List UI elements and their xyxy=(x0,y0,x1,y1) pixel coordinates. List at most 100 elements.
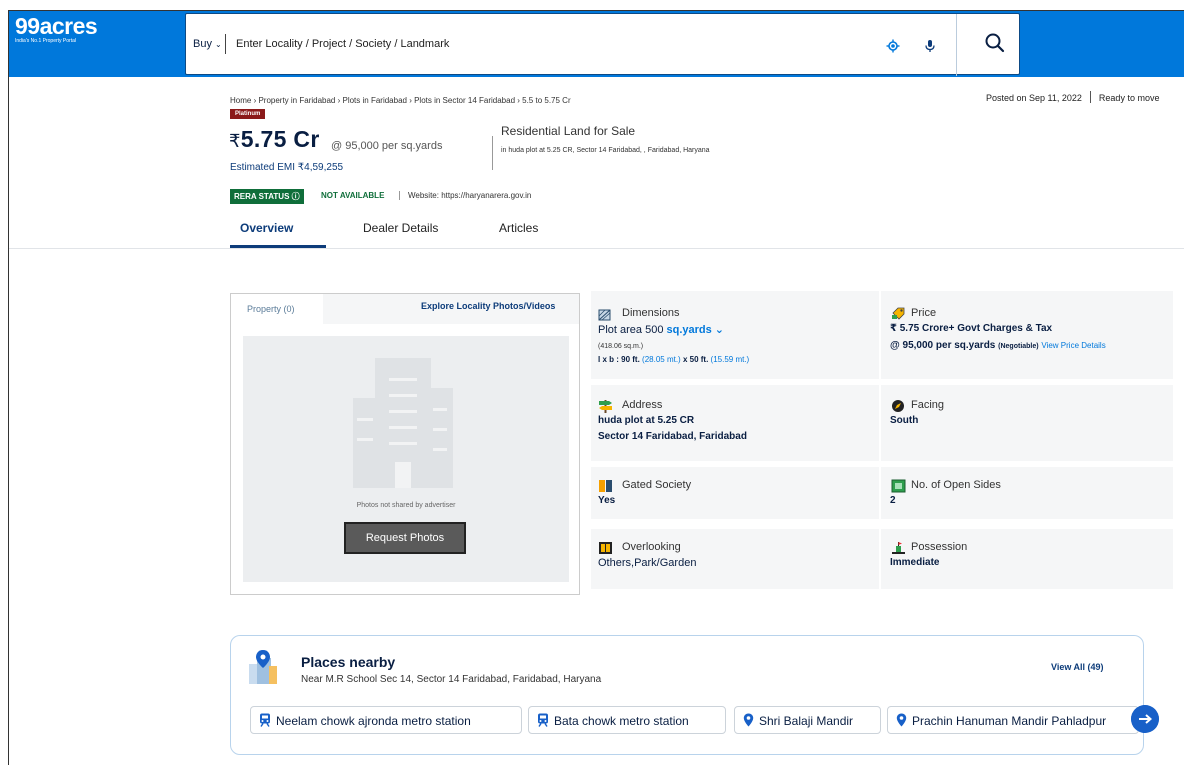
address-cell: Address huda plot at 5.25 CR Sector 14 F… xyxy=(591,385,879,461)
place-chip[interactable]: Shri Balaji Mandir xyxy=(734,706,881,734)
places-nearby-icon xyxy=(249,650,277,684)
negotiable-tag: (Negotiable) xyxy=(998,343,1039,350)
divider xyxy=(492,136,493,170)
property-type: Residential Land for Sale xyxy=(501,124,636,138)
posted-date: Posted on Sep 11, 2022 xyxy=(986,93,1082,103)
price-cell: Price ₹ 5.75 Crore+ Govt Charges & Tax @… xyxy=(881,291,1173,379)
facing-cell: Facing South xyxy=(881,385,1173,461)
photo-placeholder: Photos not shared by advertiser Request … xyxy=(243,336,569,582)
posted-info: Posted on Sep 11, 2022 Ready to move xyxy=(986,91,1159,103)
place-chip[interactable]: Prachin Hanuman Mandir Pahladpur xyxy=(887,706,1139,734)
price-per-unit: @ 95,000 per sq.yards xyxy=(890,340,996,351)
gated-society-label: Gated Society xyxy=(622,479,692,491)
breadcrumb[interactable]: Home › Property in Faridabad › Plots in … xyxy=(230,96,571,105)
dimensions-label: Dimensions xyxy=(622,307,680,319)
gated-society-value: Yes xyxy=(598,495,616,506)
info-icon: ⓘ xyxy=(291,192,300,201)
search-input[interactable]: Enter Locality / Project / Society / Lan… xyxy=(236,38,449,50)
explore-locality-link[interactable]: Explore Locality Photos/Videos xyxy=(421,301,555,311)
dimensions-cell: Dimensions Plot area 500 sq.yards ⌄ (418… xyxy=(591,291,879,379)
metro-icon xyxy=(538,713,548,727)
request-photos-button[interactable]: Request Photos xyxy=(344,522,466,554)
plot-breadth-mt: (15.59 mt.) xyxy=(710,355,750,364)
open-sides-cell: No. of Open Sides 2 xyxy=(881,467,1173,519)
chevron-down-icon: ⌄ xyxy=(711,324,725,336)
plot-length-breadth: l x b : 90 ft. (28.05 mt.) x 50 ft. (15.… xyxy=(598,355,749,364)
area-unit-dropdown[interactable]: sq.yards ⌄ xyxy=(667,324,725,336)
place-chip[interactable]: Neelam chowk ajronda metro station xyxy=(250,706,522,734)
property-photos-tab[interactable]: Property (0) xyxy=(231,294,323,324)
building-placeholder-icon xyxy=(353,358,453,488)
price-label: Price xyxy=(911,307,937,319)
price-tag-icon xyxy=(892,307,905,320)
possession-label: Possession xyxy=(911,541,968,553)
rera-status-badge[interactable]: RERA STATUS ⓘ xyxy=(230,189,304,204)
listing-price: ₹5.75 Cr xyxy=(229,126,320,153)
tab-articles[interactable]: Articles xyxy=(499,221,538,235)
plot-breadth: x 50 ft. xyxy=(682,355,709,364)
currency-symbol: ₹ xyxy=(229,131,241,151)
page-frame: 99acres India's No.1 Property Portal Buy… xyxy=(8,10,1184,765)
location-pin-icon xyxy=(896,713,907,727)
photo-card: Property (0) Explore Locality Photos/Vid… xyxy=(230,293,580,595)
price-total: ₹ 5.75 Crore+ Govt Charges & Tax xyxy=(890,323,1053,334)
rera-status-value: NOT AVAILABLE xyxy=(321,191,385,200)
estimated-emi[interactable]: Estimated EMI ₹4,59,255 xyxy=(230,162,343,173)
overlooking-value: Others,Park/Garden xyxy=(598,557,697,569)
window-icon xyxy=(599,542,612,554)
open-sides-label: No. of Open Sides xyxy=(911,479,1001,491)
view-all-places-link[interactable]: View All (49) xyxy=(1051,662,1104,672)
logo-brand: 99acres xyxy=(15,13,98,39)
price-value: 5.75 Cr xyxy=(240,126,320,152)
buy-label: Buy xyxy=(193,38,212,50)
price-rate-line: @ 95,000 per sq.yards (Negotiable) View … xyxy=(890,340,1106,351)
place-chip-label: Shri Balaji Mandir xyxy=(759,714,854,728)
microphone-icon[interactable] xyxy=(923,39,937,53)
rera-badge-label: RERA STATUS xyxy=(234,192,290,201)
no-photos-text: Photos not shared by advertiser xyxy=(356,502,456,509)
open-sides-value: 2 xyxy=(890,495,896,506)
gate-icon xyxy=(599,480,612,492)
plot-length: l x b : 90 ft. xyxy=(598,355,640,364)
possession-status: Ready to move xyxy=(1098,93,1160,103)
property-location: in huda plot at 5.25 CR, Sector 14 Farid… xyxy=(501,147,710,154)
place-chip[interactable]: Bata chowk metro station xyxy=(528,706,726,734)
plot-area-sqm: (418.06 sq.m.) xyxy=(598,343,644,350)
area-unit-label: sq.yards xyxy=(666,324,712,336)
location-pin-icon xyxy=(743,713,754,727)
photo-tab-bar: Property (0) Explore Locality Photos/Vid… xyxy=(231,294,579,324)
gated-society-cell: Gated Society Yes xyxy=(591,467,879,519)
divider xyxy=(1089,91,1091,103)
plot-area: Plot area 500 sq.yards ⌄ xyxy=(598,323,724,336)
arrow-right-icon[interactable] xyxy=(1131,705,1159,733)
overlooking-label: Overlooking xyxy=(622,541,681,553)
buy-dropdown[interactable]: Buy ⌄ xyxy=(193,38,222,50)
possession-cell: Possession Immediate xyxy=(881,529,1173,589)
view-price-details-link[interactable]: View Price Details xyxy=(1041,341,1105,350)
compass-icon xyxy=(892,400,904,412)
possession-value: Immediate xyxy=(890,557,940,568)
address-label: Address xyxy=(622,399,663,411)
metro-icon xyxy=(260,713,270,727)
plot-length-mt: (28.05 mt.) xyxy=(642,355,681,364)
possession-icon xyxy=(892,542,905,554)
rera-website[interactable]: Website: https://haryanarera.gov.in xyxy=(399,191,531,200)
places-nearby-subtitle: Near M.R School Sec 14, Sector 14 Farida… xyxy=(301,674,602,685)
places-nearby-card: Places nearby Near M.R School Sec 14, Se… xyxy=(230,635,1159,755)
platinum-badge: Platinum xyxy=(230,109,266,119)
signpost-icon xyxy=(599,400,612,413)
address-line-1: huda plot at 5.25 CR xyxy=(598,415,695,426)
divider xyxy=(9,248,1184,249)
logo[interactable]: 99acres India's No.1 Property Portal xyxy=(15,13,98,44)
plot-area-value: Plot area 500 xyxy=(598,324,664,336)
tab-overview[interactable]: Overview xyxy=(240,221,293,235)
facing-label: Facing xyxy=(911,399,945,411)
facing-value: South xyxy=(890,415,919,426)
search-icon[interactable] xyxy=(983,31,1007,55)
price-rate: @ 95,000 per sq.yards xyxy=(331,140,443,152)
divider xyxy=(225,34,226,54)
place-chip-label: Neelam chowk ajronda metro station xyxy=(276,714,471,728)
tab-dealer-details[interactable]: Dealer Details xyxy=(363,221,438,235)
locate-me-icon[interactable] xyxy=(886,39,900,53)
address-line-2: Sector 14 Faridabad, Faridabad xyxy=(598,431,747,442)
